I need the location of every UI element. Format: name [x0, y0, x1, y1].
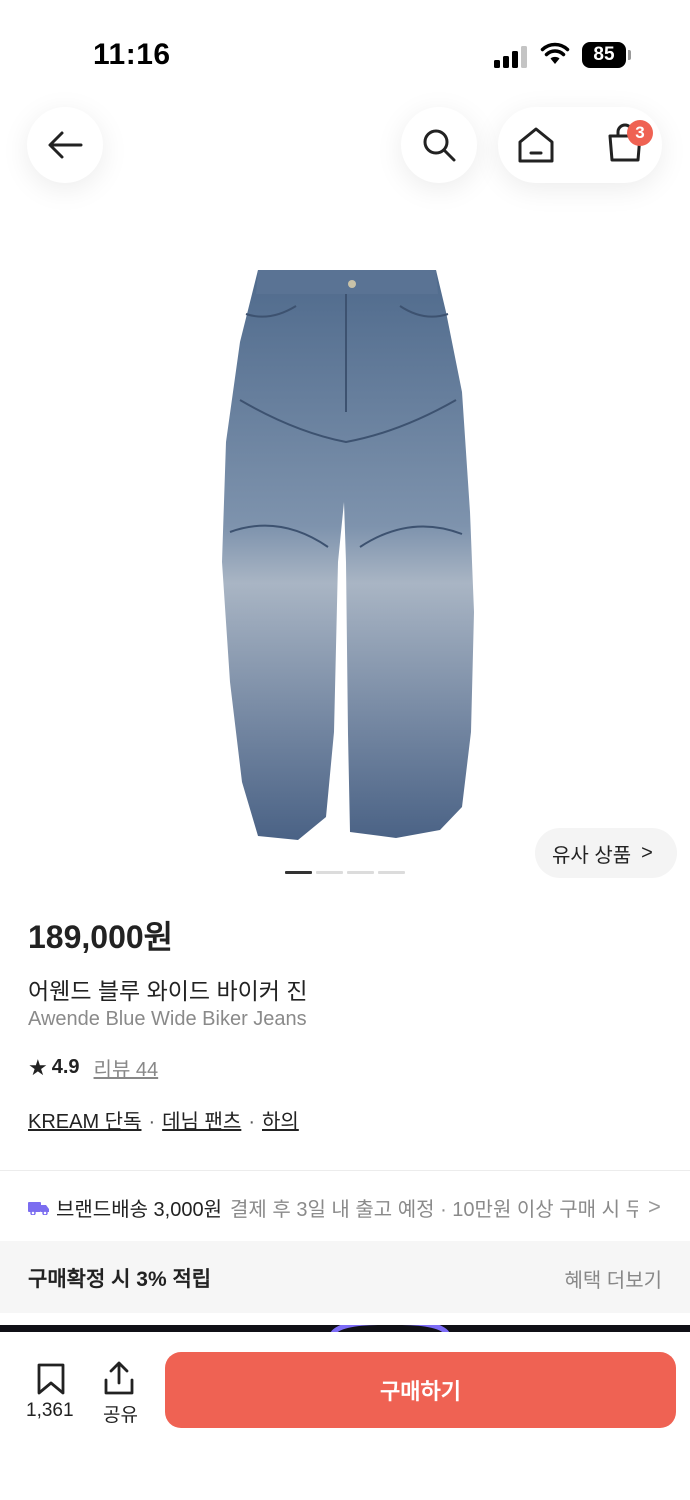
product-name-ko: 어웬드 블루 와이드 바이커 진 — [28, 978, 308, 1004]
benefit-more-link[interactable]: 혜택 더보기 — [564, 1264, 662, 1293]
star-icon: ★ — [28, 1054, 48, 1080]
search-button[interactable] — [401, 107, 477, 183]
bookmark-count: 1,361 — [26, 1400, 74, 1421]
product-rating: ★ 4.9 리뷰 44 — [28, 1053, 158, 1082]
status-bar: 11:16 85 — [0, 0, 690, 100]
similar-products-button[interactable]: 유사 상품 > — [535, 828, 677, 878]
search-icon — [423, 129, 456, 162]
product-image[interactable] — [200, 262, 490, 847]
chevron-right-icon[interactable]: > — [648, 1194, 661, 1220]
share-label: 공유 — [103, 1405, 138, 1426]
share-icon[interactable] — [103, 1360, 135, 1396]
bookmark-icon[interactable] — [36, 1362, 66, 1396]
shipping-label: 브랜드배송 3,000원 — [56, 1199, 223, 1221]
back-button[interactable] — [27, 107, 103, 183]
pager-dot[interactable] — [316, 871, 343, 874]
pager-dot[interactable] — [285, 871, 312, 874]
pager-dot[interactable] — [347, 871, 374, 874]
cart-badge: 3 — [627, 120, 653, 146]
tag-link[interactable]: 데님 팬츠 — [162, 1111, 241, 1133]
product-price: 189,000원 — [28, 919, 174, 955]
benefit-section: 구매확정 시 3% 적립 혜택 더보기 — [0, 1241, 690, 1313]
product-name-en: Awende Blue Wide Biker Jeans — [28, 1008, 307, 1030]
wifi-icon — [540, 42, 570, 64]
pager-dot[interactable] — [378, 871, 405, 874]
product-tags: KREAM 단독 · 데님 팬츠 · 하의 — [28, 1105, 299, 1134]
truck-icon — [28, 1201, 49, 1215]
shipping-info[interactable]: 브랜드배송 3,000원 결제 후 3일 내 출고 예정 · 10만원 이상 구… — [28, 1193, 638, 1222]
status-time: 11:16 — [93, 38, 171, 71]
divider — [0, 1170, 690, 1171]
tag-link[interactable]: KREAM 단독 — [28, 1111, 141, 1133]
similar-label: 유사 상품 — [552, 844, 632, 867]
rating-score: 4.9 — [51, 1056, 80, 1078]
signal-icon — [494, 44, 530, 68]
image-pager[interactable] — [285, 871, 405, 874]
battery-icon: 85 — [582, 42, 631, 68]
reviews-link[interactable]: 리뷰 44 — [94, 1053, 159, 1082]
chevron-right-icon: > — [641, 841, 653, 864]
tag-link[interactable]: 하의 — [262, 1111, 299, 1133]
benefit-title: 구매확정 시 3% 적립 — [28, 1268, 212, 1291]
tag-separator: · — [248, 1111, 255, 1133]
shipping-desc: 결제 후 3일 내 출고 예정 · 10만원 이상 구매 시 무료배송 — [230, 1199, 638, 1221]
arrow-left-icon — [48, 131, 83, 159]
buy-button[interactable]: 구매하기 — [165, 1352, 676, 1428]
tag-separator: · — [148, 1111, 156, 1133]
home-icon[interactable] — [516, 125, 556, 165]
